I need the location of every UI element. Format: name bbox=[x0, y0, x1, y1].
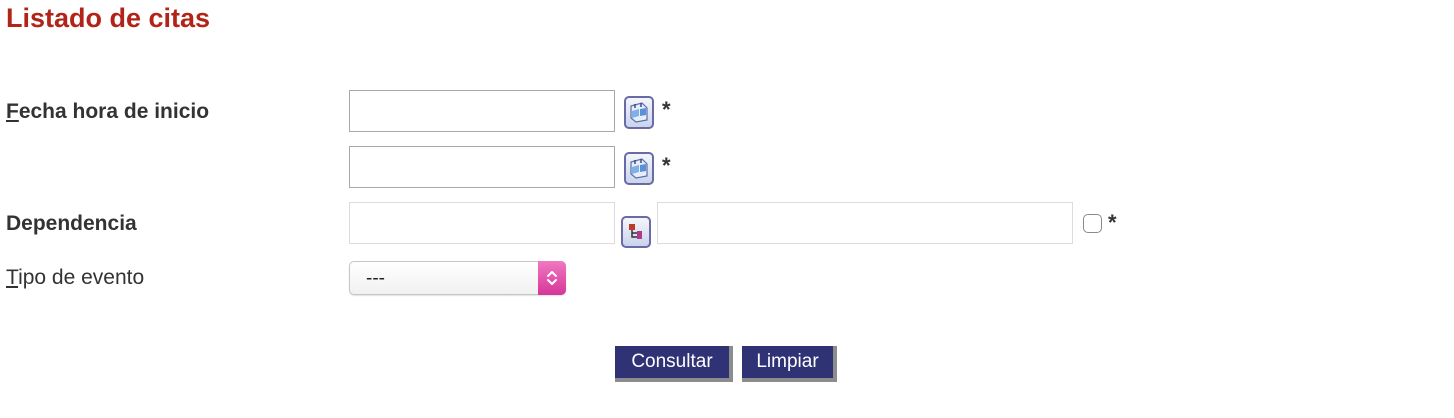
tipo-evento-selected-value: --- bbox=[366, 268, 385, 289]
fecha-label: Fecha hora de inicio bbox=[6, 99, 209, 125]
fecha-fin-input[interactable] bbox=[349, 146, 615, 188]
calendar-icon bbox=[630, 158, 648, 179]
chevron-up-down-icon bbox=[547, 271, 557, 285]
calendar-icon bbox=[630, 102, 648, 123]
dependencia-required: * bbox=[1108, 210, 1117, 235]
consultar-button[interactable]: Consultar bbox=[615, 346, 733, 382]
fecha-label-text: echa hora de inicio bbox=[18, 100, 210, 123]
dependencia-checkbox[interactable] bbox=[1083, 214, 1102, 233]
page-title: Listado de citas bbox=[6, 3, 211, 33]
fecha-label-accesskey: F bbox=[6, 100, 19, 123]
tree-lookup-icon bbox=[629, 224, 642, 239]
select-arrows bbox=[538, 261, 566, 295]
dependencia-name-input[interactable] bbox=[657, 202, 1073, 244]
calendar-button-start[interactable] bbox=[624, 96, 654, 129]
tipo-evento-label: Tipo de evento bbox=[6, 265, 144, 291]
dependencia-label: Dependencia bbox=[6, 212, 137, 235]
fecha-inicio-required: * bbox=[662, 97, 671, 122]
fecha-inicio-input[interactable] bbox=[349, 90, 615, 132]
calendar-button-end[interactable] bbox=[624, 152, 654, 185]
dependencia-code-input[interactable] bbox=[349, 202, 615, 244]
dependencia-lookup-button[interactable] bbox=[621, 216, 651, 248]
tipo-evento-label-accesskey: T bbox=[6, 266, 19, 289]
tipo-evento-label-text: ipo de evento bbox=[18, 266, 145, 289]
tipo-evento-select[interactable]: --- bbox=[349, 261, 566, 295]
fecha-fin-required: * bbox=[662, 153, 671, 178]
limpiar-button[interactable]: Limpiar bbox=[742, 346, 837, 382]
